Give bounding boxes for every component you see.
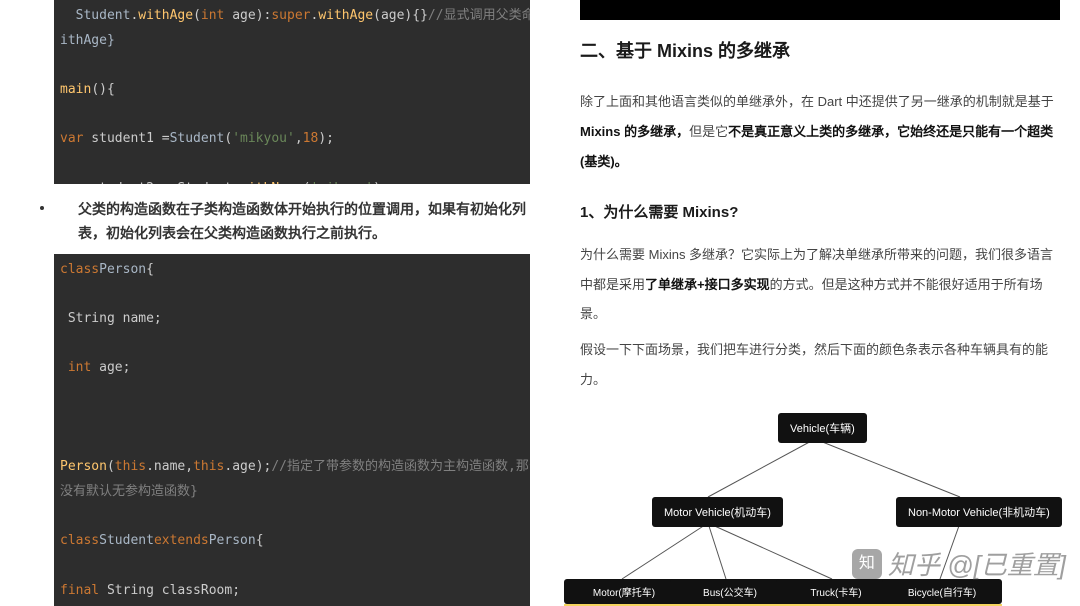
paragraph-1: 除了上面和其他语言类似的单继承外，在 Dart 中还提供了另一继承的机制就是基于… bbox=[580, 87, 1060, 177]
diagram-leaf: Bus(公交车)汽油驱动电能驱动载人 bbox=[670, 579, 790, 606]
bullet-dot bbox=[40, 206, 44, 210]
watermark: 知 知乎 @[已重置] bbox=[852, 545, 1066, 582]
p1-seg-a: 除了上面和其他语言类似的单继承外，在 Dart 中还提供了另一继承的机制就是基于 bbox=[580, 94, 1054, 109]
right-column: 二、基于 Mixins 的多继承 除了上面和其他语言类似的单继承外，在 Dart… bbox=[540, 0, 1080, 606]
zhihu-logo-icon: 知 bbox=[852, 549, 882, 579]
diagram-node-nonmotor: Non-Motor Vehicle(非机动车) bbox=[896, 497, 1062, 527]
diagram-node-root: Vehicle(车辆) bbox=[778, 413, 867, 443]
diagram-leaf: Truck(卡车)汽油驱动载货 bbox=[776, 579, 896, 606]
code-block-2: classPerson{ String name; int age; Perso… bbox=[54, 254, 530, 606]
paragraph-2: 为什么需要 Mixins 多继承？它实际上为了解决单继承所带来的问题，我们很多语… bbox=[580, 240, 1060, 330]
diagram-leaf-head: Bus(公交车) bbox=[670, 579, 790, 604]
diagram-leaf-head: Bicycle(自行车) bbox=[882, 579, 1002, 604]
diagram-leaf: Motor(摩托车)汽油驱动载人 bbox=[564, 579, 684, 606]
p1-seg-b: Mixins 的多继承， bbox=[580, 124, 689, 139]
p2-seg-b: 了单继承+接口多实现 bbox=[645, 277, 770, 292]
bullet-item: 父类的构造函数在子类构造函数体开始执行的位置调用，如果有初始化列表，初始化列表会… bbox=[40, 198, 530, 246]
code-block-1: Student.withAge(int age):super.withAge(a… bbox=[54, 0, 530, 184]
paragraph-3: 假设一下下面场景，我们把车进行分类，然后下面的颜色条表示各种车辆具有的能力。 bbox=[580, 335, 1060, 395]
subsection-heading: 1、为什么需要 Mixins? bbox=[580, 201, 1060, 222]
diagram-node-motor: Motor Vehicle(机动车) bbox=[652, 497, 783, 527]
left-column: Student.withAge(int age):super.withAge(a… bbox=[0, 0, 540, 606]
diagram-leaf-head: Truck(卡车) bbox=[776, 579, 896, 604]
section-heading: 二、基于 Mixins 的多继承 bbox=[580, 38, 1060, 65]
bullet-text: 父类的构造函数在子类构造函数体开始执行的位置调用，如果有初始化列表，初始化列表会… bbox=[78, 198, 530, 246]
p1-seg-c: 但是它 bbox=[689, 124, 728, 139]
watermark-text: 知乎 @[已重置] bbox=[888, 545, 1066, 582]
diagram-leaf-head: Motor(摩托车) bbox=[564, 579, 684, 604]
black-bar bbox=[580, 0, 1060, 20]
diagram-leaf: Bicycle(自行车)载人 bbox=[882, 579, 1002, 606]
